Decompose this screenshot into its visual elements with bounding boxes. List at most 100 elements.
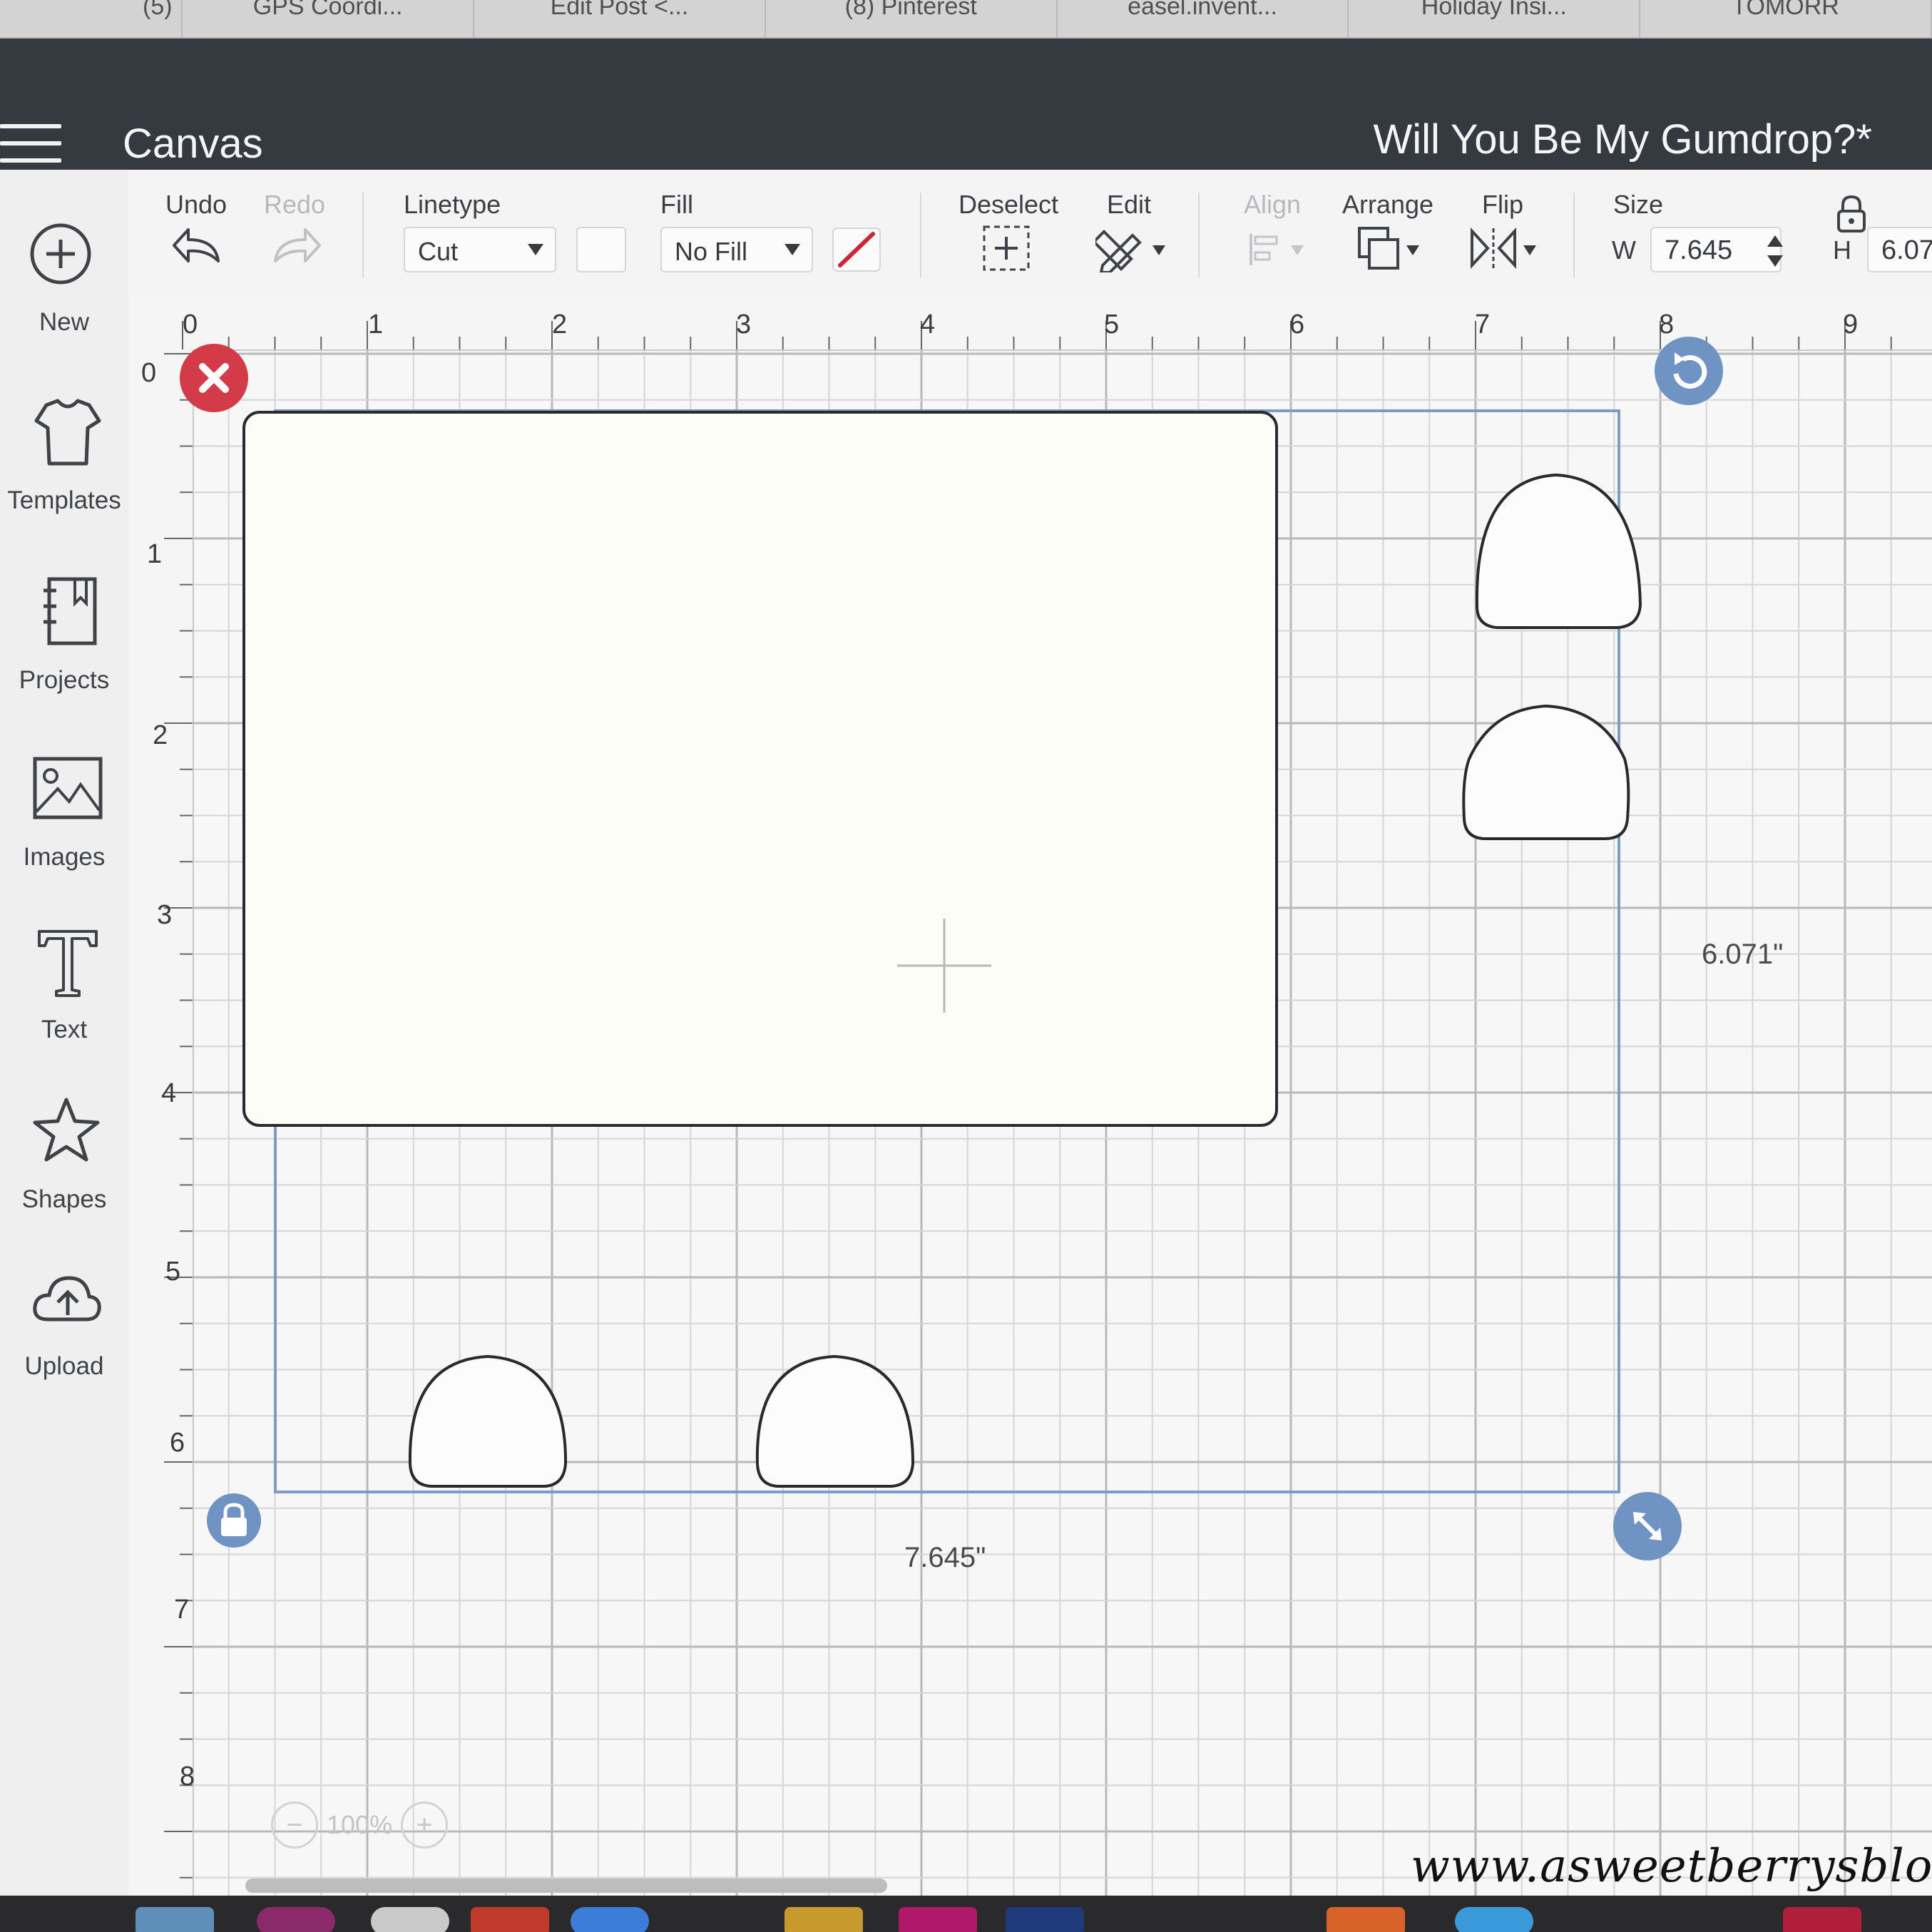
- arrange-icon[interactable]: [1354, 224, 1432, 277]
- fill-value: No Fill: [675, 237, 748, 266]
- shapes-icon: [33, 1098, 100, 1162]
- toolbar-divider: [1198, 193, 1200, 278]
- sidebar-item-upload[interactable]: Upload: [0, 1261, 128, 1381]
- sidebar-item-images[interactable]: Images: [0, 752, 128, 872]
- dock-app-icon[interactable]: [899, 1907, 977, 1932]
- width-stepper-icon[interactable]: [1764, 231, 1786, 271]
- delete-handle[interactable]: [180, 344, 248, 412]
- zoom-level: 100%: [327, 1810, 393, 1839]
- align-label: Align: [1244, 190, 1302, 219]
- dock-app-icon[interactable]: [471, 1907, 549, 1932]
- lock-icon: [221, 1503, 247, 1536]
- horizontal-scrollbar[interactable]: [245, 1879, 887, 1893]
- rotate-handle[interactable]: [1655, 337, 1723, 405]
- sidebar-item-templates[interactable]: Templates: [0, 395, 128, 515]
- deselect-label: Deselect: [959, 190, 1059, 219]
- gumdrop-shape[interactable]: [408, 1354, 568, 1488]
- align-icon[interactable]: [1241, 224, 1312, 272]
- dock-app-icon[interactable]: [1327, 1907, 1405, 1932]
- dock-app-icon[interactable]: [1783, 1907, 1861, 1932]
- browser-tab[interactable]: GPS Coordi...: [183, 0, 475, 37]
- sidebar-item-label: Images: [23, 843, 106, 871]
- arrange-label: Arrange: [1342, 190, 1434, 219]
- toolbar-divider: [920, 193, 921, 278]
- browser-tab[interactable]: (5) I: [0, 0, 183, 37]
- gumdrop-shape[interactable]: [1475, 473, 1642, 629]
- fill-color-none-swatch[interactable]: [832, 227, 881, 272]
- close-icon: [199, 363, 229, 393]
- dock-app-icon[interactable]: [136, 1907, 214, 1932]
- browser-tab[interactable]: easel.invent...: [1058, 0, 1349, 37]
- toolbar-divider: [1573, 193, 1575, 278]
- document-title[interactable]: Will You Be My Gumdrop?*: [1373, 116, 1872, 163]
- linetype-value: Cut: [418, 237, 459, 266]
- sidebar-item-projects[interactable]: Projects: [0, 575, 128, 695]
- width-dimension-label: 7.645": [904, 1542, 986, 1573]
- browser-tab[interactable]: Holiday Insi...: [1349, 0, 1641, 37]
- rotate-icon: [1673, 352, 1707, 389]
- deselect-icon[interactable]: [981, 224, 1031, 272]
- linetype-label: Linetype: [404, 190, 501, 219]
- width-input[interactable]: 7.645: [1650, 227, 1782, 272]
- plus-circle-icon: [30, 223, 91, 285]
- tshirt-icon: [34, 399, 101, 466]
- height-label: H: [1833, 235, 1851, 265]
- zoom-controls: − 100% +: [271, 1801, 449, 1849]
- blog-watermark: www.asweetberrysblog.com: [1411, 1840, 1932, 1893]
- redo-icon[interactable]: [268, 224, 322, 267]
- gumdrop-shape[interactable]: [1462, 704, 1630, 840]
- design-canvas[interactable]: 0 1 2 3 4 5 6 7 8 9 0 1 2 3 4 5 6 7 8 7.…: [128, 295, 1932, 1896]
- design-objects: [242, 409, 1642, 1493]
- width-label: W: [1612, 235, 1636, 265]
- chevron-down-icon: [528, 244, 543, 255]
- linetype-color-swatch[interactable]: [576, 227, 626, 272]
- rectangle-shape[interactable]: [242, 411, 1278, 1127]
- browser-tab-bar: (5) I GPS Coordi... Edit Post <... (8) P…: [0, 0, 1932, 39]
- flip-icon[interactable]: [1466, 224, 1545, 272]
- height-dimension-label: 6.071": [1702, 939, 1784, 970]
- browser-tab[interactable]: Edit Post <...: [474, 0, 766, 37]
- fill-dropdown[interactable]: No Fill: [660, 227, 813, 272]
- zoom-in-button[interactable]: +: [401, 1801, 449, 1849]
- undo-icon[interactable]: [171, 224, 225, 267]
- upload-cloud-icon: [33, 1276, 101, 1322]
- projects-icon: [44, 577, 97, 645]
- linetype-dropdown[interactable]: Cut: [404, 227, 556, 272]
- dock-app-icon[interactable]: [1455, 1907, 1533, 1932]
- width-value: 7.645: [1665, 235, 1733, 265]
- zoom-out-button[interactable]: −: [271, 1801, 318, 1849]
- size-label: Size: [1613, 190, 1664, 219]
- browser-tab[interactable]: (8) Pinterest: [766, 0, 1058, 37]
- dock-app-icon[interactable]: [257, 1907, 335, 1932]
- sidebar-item-shapes[interactable]: Shapes: [0, 1094, 128, 1214]
- height-value: 6.07: [1881, 235, 1932, 265]
- flip-label: Flip: [1482, 190, 1524, 219]
- resize-arrows-icon: [1633, 1512, 1662, 1540]
- cricut-design-space-screen: (5) I GPS Coordi... Edit Post <... (8) P…: [0, 0, 1932, 1932]
- edit-label: Edit: [1107, 190, 1152, 219]
- resize-handle[interactable]: [1613, 1492, 1682, 1560]
- toolbar-divider: [362, 193, 364, 278]
- dock-app-icon[interactable]: [571, 1907, 649, 1932]
- sidebar-item-label: Projects: [19, 666, 110, 694]
- edit-toolbar: Undo Redo Linetype Cut Fill No Fill Dese…: [128, 170, 1932, 297]
- image-icon: [33, 757, 103, 819]
- sidebar-item-label: Upload: [24, 1352, 104, 1380]
- sidebar-item-text[interactable]: Text: [0, 924, 128, 1044]
- gumdrop-shape[interactable]: [755, 1354, 915, 1488]
- sidebar-item-label: Shapes: [21, 1185, 107, 1213]
- lock-handle[interactable]: [207, 1493, 261, 1548]
- hamburger-menu-icon[interactable]: [0, 124, 61, 164]
- lock-proportions-icon[interactable]: [1830, 193, 1873, 235]
- app-header: Canvas Will You Be My Gumdrop?*: [0, 39, 1932, 170]
- text-icon: [38, 930, 98, 997]
- browser-tab[interactable]: TOMORR: [1640, 0, 1932, 37]
- height-input[interactable]: 6.07: [1867, 227, 1932, 272]
- edit-pencil-ruler-icon[interactable]: [1095, 224, 1174, 272]
- dock-app-icon[interactable]: [371, 1907, 449, 1932]
- sidebar-item-new[interactable]: New: [0, 217, 128, 337]
- dock-app-icon[interactable]: [1006, 1907, 1084, 1932]
- sidebar-item-label: New: [39, 308, 90, 336]
- dock-app-icon[interactable]: [784, 1907, 863, 1932]
- sidebar-item-label: Templates: [7, 486, 121, 514]
